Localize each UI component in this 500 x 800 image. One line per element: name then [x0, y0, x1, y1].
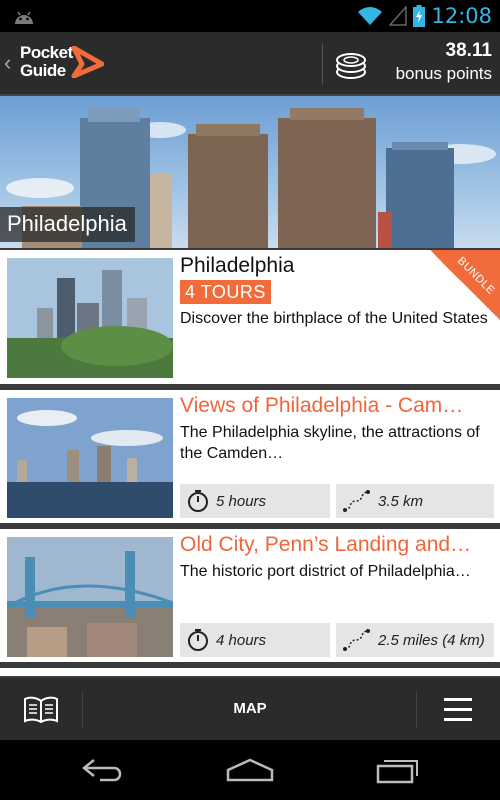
menu-icon[interactable]: [444, 698, 472, 721]
status-bar: 12:08: [0, 0, 500, 32]
tour-card[interactable]: Views of Philadelphia - Cam… The Philade…: [0, 390, 500, 523]
status-time: 12:08: [431, 4, 492, 28]
stopwatch-icon: [188, 629, 208, 651]
bottom-bar-divider: [416, 692, 417, 728]
coins-icon: [336, 53, 366, 79]
tour-duration: 5 hours: [180, 484, 330, 518]
system-nav-bar: [0, 740, 500, 800]
bonus-points[interactable]: 38.11 bonus points: [396, 40, 492, 84]
menu-line: [444, 718, 472, 721]
tour-distance-value: 3.5 km: [378, 492, 424, 510]
tour-distance: 3.5 km: [336, 484, 494, 518]
back-icon[interactable]: [80, 756, 126, 784]
android-icon: [15, 11, 33, 24]
bundle-card[interactable]: Philadelphia 4 TOURS Discover the birthp…: [0, 250, 500, 384]
map-button[interactable]: MAP: [200, 700, 300, 717]
bundle-ribbon: BUNDLE: [430, 250, 500, 320]
bonus-points-label: bonus points: [395, 64, 492, 83]
logo-line-1: Pocket: [20, 43, 73, 62]
tour-description: The Philadelphia skyline, the attraction…: [180, 424, 480, 462]
wifi-icon: [358, 7, 383, 25]
hero-city-title: Philadelphia: [0, 207, 135, 242]
menu-line: [444, 708, 472, 711]
bottom-bar: MAP: [0, 676, 500, 740]
tour-card-partial[interactable]: [0, 668, 500, 676]
tour-distance: 2.5 miles (4 km): [336, 623, 494, 657]
bottom-bar-divider: [82, 692, 83, 728]
battery-icon: [413, 5, 426, 27]
signal-icon: [389, 6, 408, 26]
tour-thumbnail: [7, 398, 173, 518]
tour-body: Old City, Penn’s Landing and… The histor…: [180, 533, 492, 582]
action-bar-divider: [322, 44, 323, 84]
pocket-guide-logo[interactable]: Pocket Guide: [20, 44, 110, 84]
tour-list[interactable]: Philadelphia 4 TOURS Discover the birthp…: [0, 248, 500, 676]
tour-distance-value: 2.5 miles (4 km): [378, 631, 485, 649]
bonus-points-value: 38.11: [445, 40, 493, 61]
logo-line-2: Guide: [20, 61, 66, 80]
book-icon[interactable]: [24, 696, 58, 724]
menu-line: [444, 698, 472, 701]
city-hero-image: Philadelphia: [0, 96, 500, 248]
stopwatch-icon: [188, 490, 208, 512]
route-icon: [343, 490, 370, 512]
tour-duration-value: 5 hours: [216, 492, 267, 510]
tours-count-badge: 4 TOURS: [180, 280, 271, 304]
bundle-thumbnail: [7, 258, 173, 378]
home-icon[interactable]: [225, 756, 275, 784]
action-bar: ‹ Pocket Guide 38.11 bonus points: [0, 32, 500, 96]
tour-duration-value: 4 hours: [216, 631, 267, 649]
tour-title: Old City, Penn’s Landing and…: [180, 533, 472, 556]
tour-title: Views of Philadelphia - Cam…: [180, 394, 464, 417]
tour-card[interactable]: Old City, Penn’s Landing and… The histor…: [0, 529, 500, 662]
tour-duration: 4 hours: [180, 623, 330, 657]
route-icon: [343, 629, 370, 651]
back-chevron-icon[interactable]: ‹: [4, 50, 11, 76]
tour-body: Views of Philadelphia - Cam… The Philade…: [180, 394, 492, 464]
recent-apps-icon[interactable]: [374, 756, 420, 784]
tour-description: The historic port district of Philadelph…: [180, 563, 471, 580]
logo-text: Pocket Guide: [20, 44, 73, 80]
logo-arrow-icon: [71, 46, 104, 78]
tour-thumbnail: [7, 537, 173, 657]
